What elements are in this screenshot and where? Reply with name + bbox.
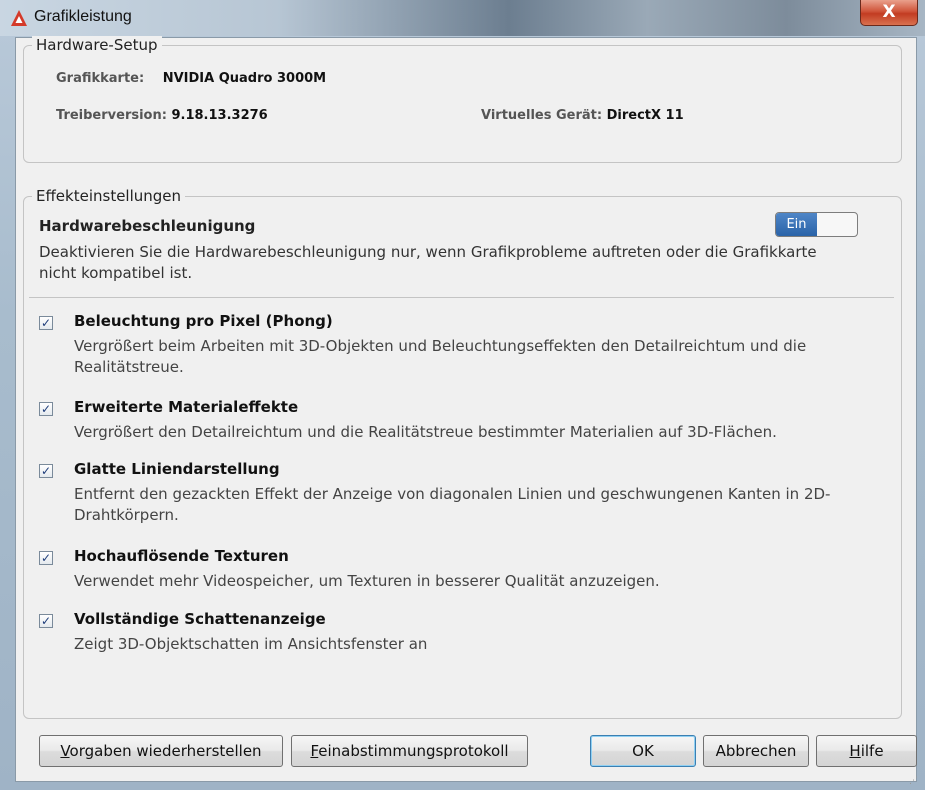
option-description: Vergrößert beim Arbeiten mit 3D-Objekten…	[74, 337, 807, 376]
title-bar[interactable]: Grafikleistung X	[0, 0, 925, 36]
option-description: Vergrößert den Detailreichtum und die Re…	[74, 423, 777, 441]
graphics-card-row: Grafikkarte: NVIDIA Quadro 3000M	[56, 71, 326, 86]
option-title: Hochauflösende Texturen	[74, 547, 289, 565]
effects-settings-group: Effekteinstellungen Hardwarebeschleunigu…	[23, 187, 902, 719]
option-title: Vollständige Schattenanzeige	[74, 610, 326, 628]
hardware-setup-legend: Hardware-Setup	[32, 36, 162, 54]
option-title: Erweiterte Materialeffekte	[74, 398, 299, 416]
cancel-button[interactable]: Abbrechen	[703, 735, 809, 767]
toggle-on-label: Ein	[776, 213, 817, 236]
window-title: Grafikleistung	[34, 8, 132, 25]
hardware-acceleration-toggle[interactable]: Ein	[775, 212, 858, 237]
driver-version-label: Treiberversion:	[56, 108, 167, 123]
checkbox-high-resolution-textures[interactable]: ✓	[39, 551, 53, 565]
tuning-log-label: einabstimmungsprotokoll	[318, 742, 509, 760]
tuning-log-button[interactable]: Feinabstimmungsprotokoll	[291, 735, 528, 767]
option-description: Zeigt 3D-Objektschatten im Ansichtsfenst…	[74, 635, 428, 653]
effects-settings-legend: Effekteinstellungen	[32, 187, 186, 205]
checkbox-full-shadow-display[interactable]: ✓	[39, 614, 53, 628]
resize-grip-icon[interactable]: ⋰	[909, 776, 919, 786]
option-title: Glatte Liniendarstellung	[74, 460, 280, 478]
autocad-logo-icon	[11, 10, 27, 26]
close-icon: X	[882, 2, 896, 22]
hardware-setup-group: Hardware-Setup	[23, 36, 902, 163]
graphics-card-value: NVIDIA Quadro 3000M	[162, 71, 327, 86]
hardware-acceleration-title: Hardwarebeschleunigung	[39, 217, 256, 235]
virtual-device-value: DirectX 11	[606, 108, 684, 123]
help-button[interactable]: Hilfe	[816, 735, 917, 767]
virtual-device-label: Virtuelles Gerät:	[481, 108, 603, 123]
driver-version-row: Treiberversion: 9.18.13.3276	[56, 108, 268, 123]
driver-version-value: 9.18.13.3276	[171, 108, 268, 123]
ok-button[interactable]: OK	[590, 735, 696, 767]
option-description: Verwendet mehr Videospeicher, um Texture…	[74, 572, 660, 590]
ok-label: OK	[632, 742, 654, 760]
checkbox-smooth-line-display[interactable]: ✓	[39, 464, 53, 478]
dialog-window: Grafikleistung X Hardware-Setup Grafikka…	[0, 0, 925, 790]
virtual-device-row: Virtuelles Gerät: DirectX 11	[481, 108, 684, 123]
divider	[29, 297, 894, 298]
checkbox-phong-lighting[interactable]: ✓	[39, 316, 53, 330]
close-button[interactable]: X	[860, 0, 918, 26]
help-mnemonic: H	[849, 742, 861, 760]
restore-defaults-label: orgaben wiederherstellen	[69, 742, 262, 760]
cancel-label: Abbrechen	[715, 742, 797, 760]
graphics-card-label: Grafikkarte:	[56, 71, 145, 86]
option-description: Entfernt den gezackten Effekt der Anzeig…	[74, 485, 831, 524]
hardware-acceleration-description: Deaktivieren Sie die Hardwarebeschleunig…	[39, 243, 817, 282]
checkbox-advanced-material-effects[interactable]: ✓	[39, 402, 53, 416]
option-title: Beleuchtung pro Pixel (Phong)	[74, 312, 333, 330]
restore-defaults-mnemonic: V	[60, 742, 70, 760]
restore-defaults-button[interactable]: Vorgaben wiederherstellen	[39, 735, 283, 767]
help-label: ilfe	[860, 742, 884, 760]
